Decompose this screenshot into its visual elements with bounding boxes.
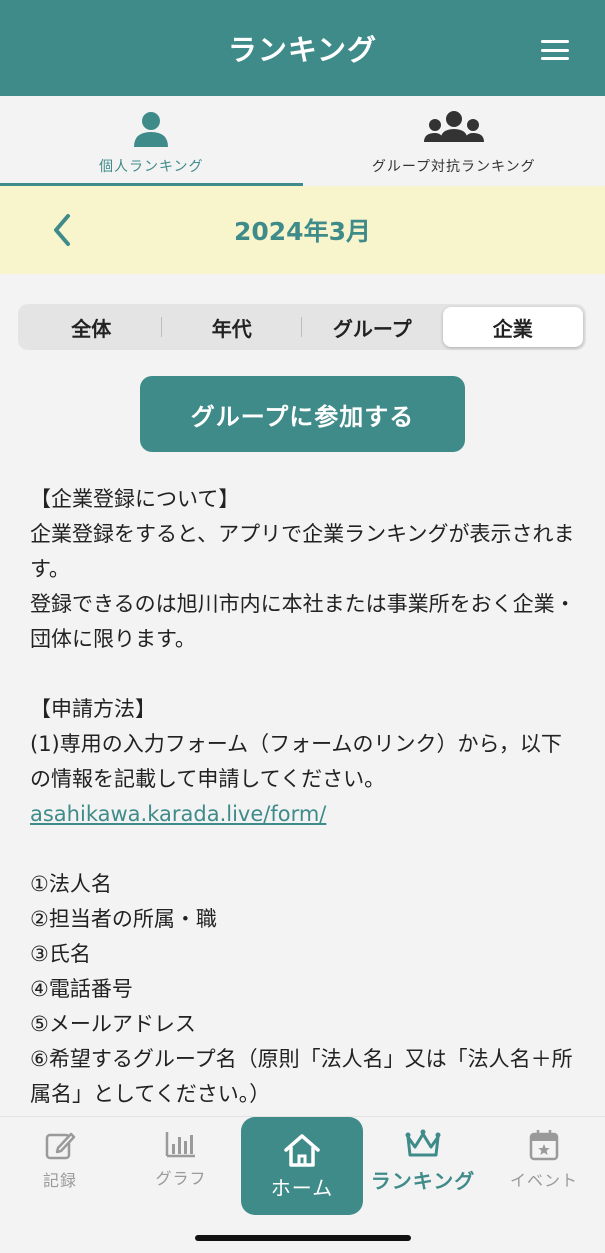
bar-chart-icon [165, 1132, 195, 1158]
nav-label: ホーム [270, 1175, 334, 1200]
info-text: 登録できるのは旭川市内に本社または事業所をおく企業・団体に限ります。 [30, 592, 576, 651]
segment-all[interactable]: 全体 [21, 307, 162, 347]
ranking-category-segmented-control: 全体 年代 グループ 企業 [18, 304, 586, 350]
person-icon [134, 112, 169, 147]
hamburger-menu-icon[interactable] [541, 40, 569, 60]
page-title: ランキング [227, 33, 378, 67]
nav-record[interactable]: 記録 [5, 1129, 115, 1209]
bottom-navigation: 記録 グラフ ホーム ランキング イベント [0, 1116, 605, 1253]
tab-group-ranking[interactable]: グループ対抗ランキング [303, 96, 605, 186]
info-text: 企業登録をすると、アプリで企業ランキングが表示されます。 [30, 522, 575, 581]
home-icon [284, 1133, 320, 1167]
group-icon [423, 111, 484, 142]
nav-ranking[interactable]: ランキング [368, 1129, 478, 1209]
nav-graph[interactable]: グラフ [126, 1129, 236, 1209]
nav-label: ランキング [370, 1169, 476, 1193]
nav-home[interactable]: ホーム [241, 1117, 363, 1215]
section-heading: 【申請方法】 [30, 697, 156, 721]
info-text: (1)専用の入力フォーム（フォームのリンク）から，以下の情報を記載して申請してく… [30, 732, 562, 791]
tab-label: グループ対抗ランキング [371, 159, 536, 175]
list-item: ④電話番号 [30, 977, 133, 1001]
list-item: ⑤メールアドレス [30, 1012, 196, 1036]
segment-group[interactable]: グループ [302, 307, 443, 347]
tab-label: 個人ランキング [98, 159, 204, 175]
nav-label: イベント [509, 1171, 578, 1190]
list-item: ③氏名 [30, 942, 91, 966]
company-registration-info: 【企業登録について】 企業登録をすると、アプリで企業ランキングが表示されます。 … [30, 482, 578, 1112]
nav-event[interactable]: イベント [489, 1129, 599, 1209]
ranking-tabs: 個人ランキング グループ対抗ランキング [0, 96, 605, 186]
segment-company[interactable]: 企業 [442, 307, 583, 347]
home-indicator [195, 1235, 411, 1241]
form-link[interactable]: asahikawa.karada.live/form/ [30, 802, 326, 826]
nav-label: 記録 [42, 1171, 77, 1190]
list-item: ⑥希望するグループ名（原則「法人名」又は「法人名＋所属名」としてください。） [30, 1047, 573, 1106]
join-group-button[interactable]: グループに参加する [140, 376, 465, 452]
list-item: ①法人名 [30, 872, 112, 896]
app-header: ランキング [0, 0, 605, 96]
calendar-icon [529, 1130, 559, 1161]
tab-individual-ranking[interactable]: 個人ランキング [0, 96, 303, 186]
segment-age[interactable]: 年代 [162, 307, 303, 347]
nav-label: グラフ [155, 1169, 207, 1188]
chevron-left-icon[interactable] [48, 212, 78, 248]
month-label: 2024年3月 [234, 217, 371, 246]
month-selector: 2024年3月 [0, 186, 605, 274]
list-item: ②担当者の所属・職 [30, 907, 217, 931]
section-heading: 【企業登録について】 [30, 487, 240, 511]
edit-icon [45, 1132, 76, 1160]
crown-icon [405, 1129, 441, 1157]
